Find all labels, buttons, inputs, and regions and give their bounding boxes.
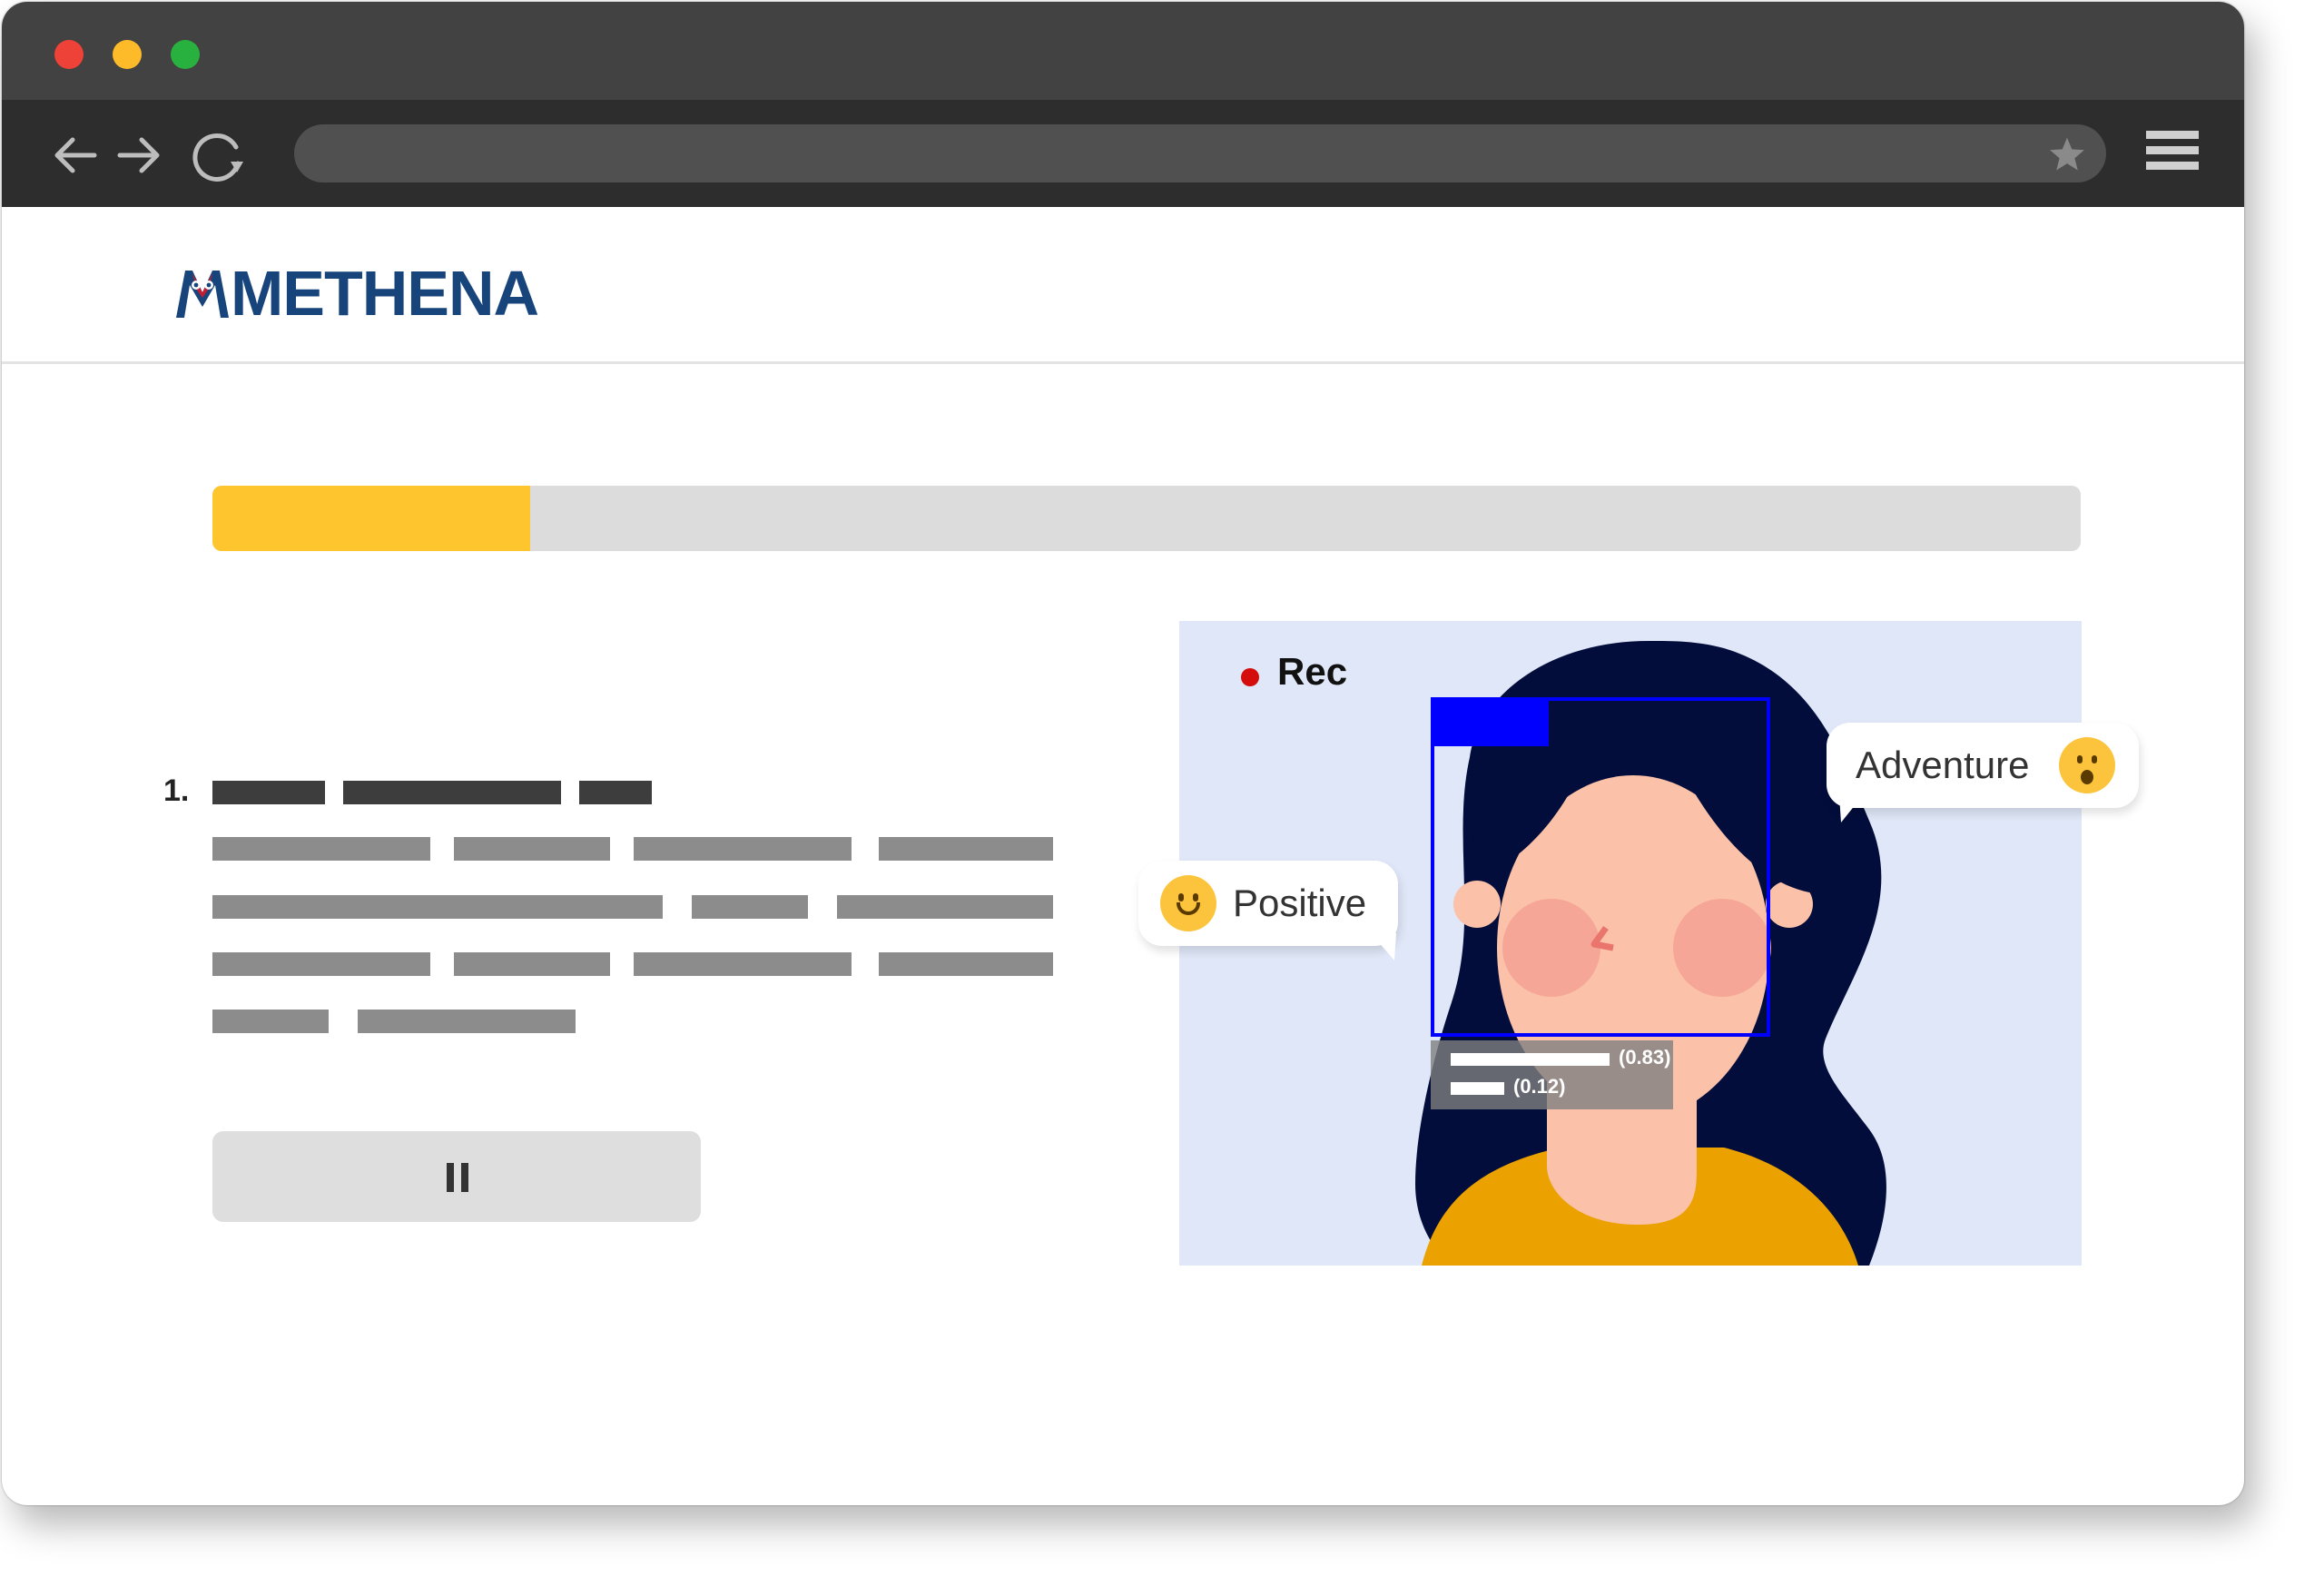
minimize-window-button[interactable] [113,40,142,69]
question-number: 1. [163,773,190,808]
text-placeholder-line [358,1010,576,1033]
surprised-face-icon [2059,737,2115,793]
text-placeholder-line [634,952,852,976]
text-placeholder-line [212,895,663,919]
text-placeholder-line [579,781,652,804]
score-bar [1451,1053,1610,1066]
text-placeholder-line [212,952,430,976]
pause-icon [447,1163,468,1192]
browser-toolbar [2,100,2244,207]
score-bar [1451,1082,1504,1095]
bookmark-star-icon[interactable] [2048,135,2086,173]
reload-icon[interactable] [191,129,249,183]
text-placeholder-line [692,895,808,919]
methena-logo[interactable]: METHENA [174,261,539,325]
score-label: (0.12) [1513,1075,1566,1098]
progress-bar [212,486,2081,551]
emotion-bubble-positive: Positive [1138,861,1398,960]
score-panel: (0.83) (0.12) [1431,1040,1673,1109]
emotion-label: Adventure [1856,744,2030,786]
text-placeholder-line [634,837,852,861]
maximize-window-button[interactable] [171,40,200,69]
face-detection-label-tab [1431,697,1549,746]
text-placeholder-line [212,837,430,861]
emotion-label: Positive [1233,882,1367,924]
text-placeholder-line [879,837,1053,861]
logo-wordmark: METHENA [231,258,539,329]
emotion-bubble-adventure: Adventure [1827,723,2139,823]
forward-arrow-icon[interactable] [116,134,162,176]
recording-dot-icon [1241,668,1259,686]
back-arrow-icon[interactable] [53,134,98,176]
text-placeholder-line [454,837,610,861]
browser-window: METHENA 1. (0.83) (0.12) Rec Adventure P… [2,2,2244,1505]
pause-button[interactable] [212,1131,701,1222]
hamburger-menu-icon[interactable] [2146,131,2199,174]
smiling-face-icon [1160,875,1216,931]
title-bar [2,2,2244,100]
face-detection-box [1431,697,1770,1037]
text-placeholder-line [343,781,561,804]
progress-bar-fill [212,486,530,551]
site-header: METHENA [2,207,2244,364]
text-placeholder-line [212,1010,329,1033]
text-placeholder-line [454,952,610,976]
bubble-tail [1839,795,1863,823]
score-label: (0.83) [1619,1046,1671,1069]
text-placeholder-line [212,781,325,804]
bubble-tail [1371,933,1396,960]
recording-label: Rec [1277,650,1348,693]
text-placeholder-line [879,952,1053,976]
address-bar[interactable] [294,124,2106,182]
close-window-button[interactable] [54,40,84,69]
owl-m-logo-icon [176,271,229,318]
text-placeholder-line [837,895,1053,919]
